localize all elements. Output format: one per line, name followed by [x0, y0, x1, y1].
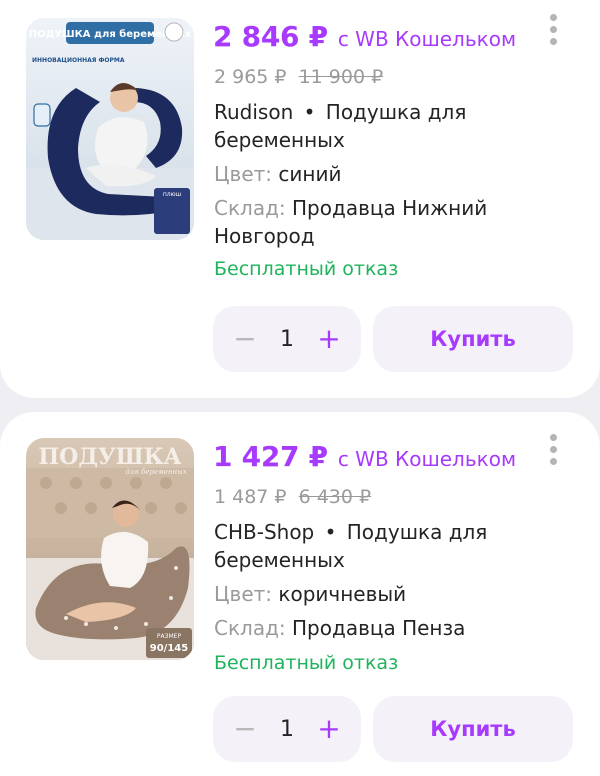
product-color: Цвет: коричневый — [214, 580, 514, 608]
current-price: 1 427 ₽ — [213, 440, 328, 473]
image-label: ПОДУШКА — [38, 444, 181, 470]
quantity-value: 1 — [280, 716, 294, 742]
quantity-value: 1 — [280, 326, 294, 352]
plus-button[interactable]: + — [315, 325, 343, 353]
product-image[interactable]: ПОДУШКА для беременных РАЗМЕР 90/145 — [26, 438, 194, 660]
minus-button[interactable]: − — [231, 325, 259, 353]
product-warehouse: Склад: Продавца Нижний Новгород — [214, 194, 514, 250]
color-value: коричневый — [278, 582, 407, 606]
image-badge-line1: РАЗМЕР — [157, 633, 182, 640]
image-badge-line2: 90/145 — [150, 643, 188, 654]
cart-page: ПОДУШКА для беременных ИННОВАЦИОННАЯ ФОР… — [0, 0, 600, 776]
wallet-label: с WB Кошельком — [337, 447, 517, 471]
plus-button[interactable]: + — [315, 715, 343, 743]
more-options-icon[interactable] — [546, 14, 560, 50]
buy-button[interactable]: Купить — [373, 696, 573, 762]
image-sublabel: ИННОВАЦИОННАЯ ФОРМА — [32, 57, 125, 64]
free-return-label: Бесплатный отказ — [214, 652, 399, 674]
warehouse-key: Склад: — [214, 616, 286, 640]
warehouse-key: Склад: — [214, 196, 286, 220]
more-options-icon[interactable] — [546, 434, 560, 470]
price-row: 2 846 ₽ с WB Кошельком — [213, 20, 516, 53]
old-price: 1 487 ₽ — [214, 486, 287, 508]
product-image[interactable]: ПОДУШКА для беременных ИННОВАЦИОННАЯ ФОР… — [26, 18, 194, 240]
product-warehouse: Склад: Продавца Пенза — [214, 614, 514, 642]
color-key: Цвет: — [214, 582, 273, 606]
old-price-row: 1 487 ₽ 6 430 ₽ — [214, 486, 371, 508]
free-return-label: Бесплатный отказ — [214, 258, 399, 280]
image-sublabel: для беременных — [125, 468, 187, 476]
current-price: 2 846 ₽ — [213, 20, 328, 53]
product-photo: ПОДУШКА для беременных РАЗМЕР 90/145 — [26, 438, 194, 660]
price-row: 1 427 ₽ с WB Кошельком — [213, 440, 516, 473]
minus-button[interactable]: − — [231, 715, 259, 743]
crossed-price: 11 900 ₽ — [298, 66, 384, 88]
brand-name: CHB-Shop — [214, 520, 315, 544]
product-card: ПОДУШКА для беременных ИННОВАЦИОННАЯ ФОР… — [0, 0, 600, 398]
warehouse-value: Продавца Пенза — [292, 616, 466, 640]
image-badge: плюш — [163, 191, 181, 198]
product-title[interactable]: CHB-Shop • Подушка для беременных — [214, 518, 514, 574]
color-key: Цвет: — [214, 162, 273, 186]
separator: • — [324, 520, 337, 544]
product-color: Цвет: синий — [214, 160, 514, 188]
separator: • — [303, 100, 316, 124]
brand-name: Rudison — [214, 100, 294, 124]
quantity-stepper: − 1 + — [213, 306, 361, 372]
quantity-stepper: − 1 + — [213, 696, 361, 762]
crossed-price: 6 430 ₽ — [298, 486, 372, 508]
product-card: ПОДУШКА для беременных РАЗМЕР 90/145 1 4… — [0, 412, 600, 776]
old-price-row: 2 965 ₽ 11 900 ₽ — [214, 66, 383, 88]
wallet-label: с WB Кошельком — [337, 27, 517, 51]
color-value: синий — [278, 162, 342, 186]
product-title[interactable]: Rudison • Подушка для беременных — [214, 98, 514, 154]
buy-button[interactable]: Купить — [373, 306, 573, 372]
product-photo: ПОДУШКА для беременных ИННОВАЦИОННАЯ ФОР… — [26, 18, 194, 240]
old-price: 2 965 ₽ — [214, 66, 287, 88]
